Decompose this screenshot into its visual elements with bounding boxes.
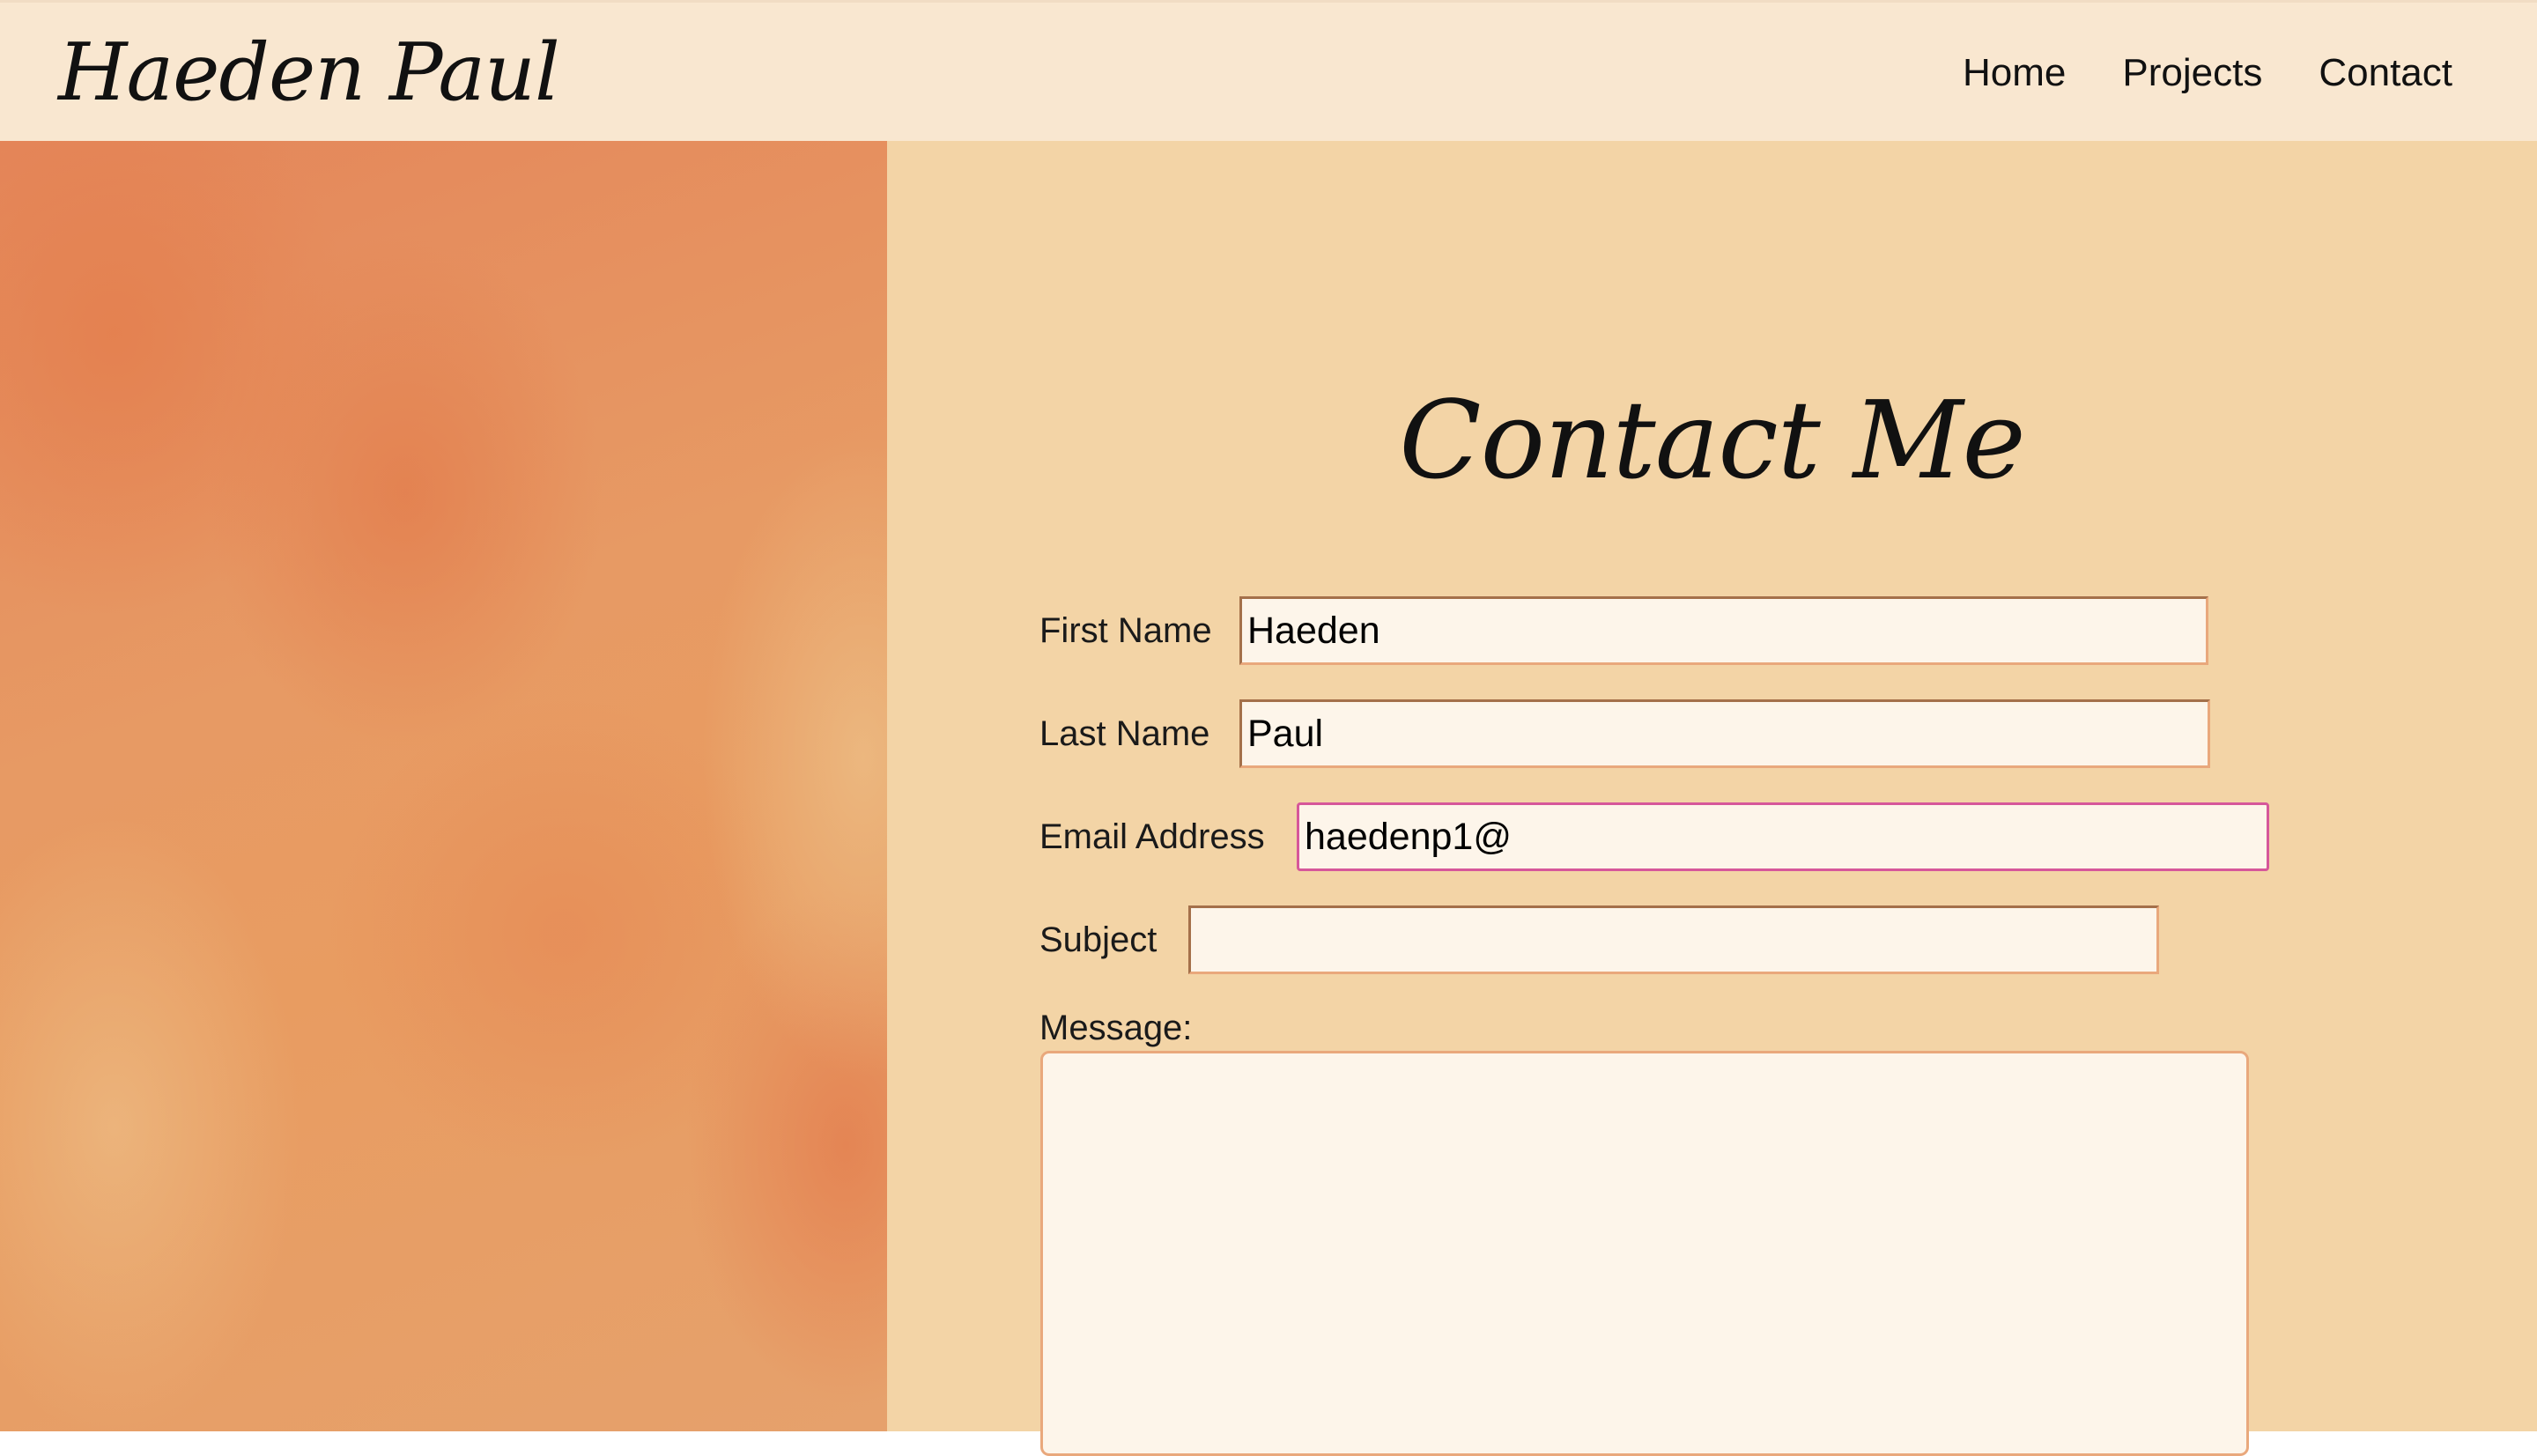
first-name-input[interactable] <box>1239 596 2208 665</box>
contact-form-panel: Contact Me First Name Last Name Email Ad… <box>887 141 2537 1456</box>
message-textarea[interactable] <box>1040 1051 2249 1456</box>
last-name-input[interactable] <box>1239 699 2210 768</box>
email-input[interactable] <box>1297 802 2269 871</box>
nav-home-link[interactable]: Home <box>1963 47 2066 100</box>
subject-label: Subject <box>1039 920 1158 959</box>
contact-title: Contact Me <box>1399 378 2025 503</box>
first-name-label: First Name <box>1039 611 1212 650</box>
last-name-label: Last Name <box>1039 714 1210 753</box>
email-label: Email Address <box>1039 817 1265 856</box>
nav-contact-link[interactable]: Contact <box>2319 47 2452 100</box>
decorative-gradient-panel <box>0 141 887 1431</box>
message-label: Message: <box>1039 1009 1193 1047</box>
main-nav: Home Projects Contact <box>1963 47 2452 100</box>
site-logo[interactable]: Haeden Paul <box>58 20 560 126</box>
subject-input[interactable] <box>1188 905 2159 974</box>
site-header: Haeden Paul Home Projects Contact <box>0 0 2537 141</box>
nav-projects-link[interactable]: Projects <box>2122 47 2262 100</box>
